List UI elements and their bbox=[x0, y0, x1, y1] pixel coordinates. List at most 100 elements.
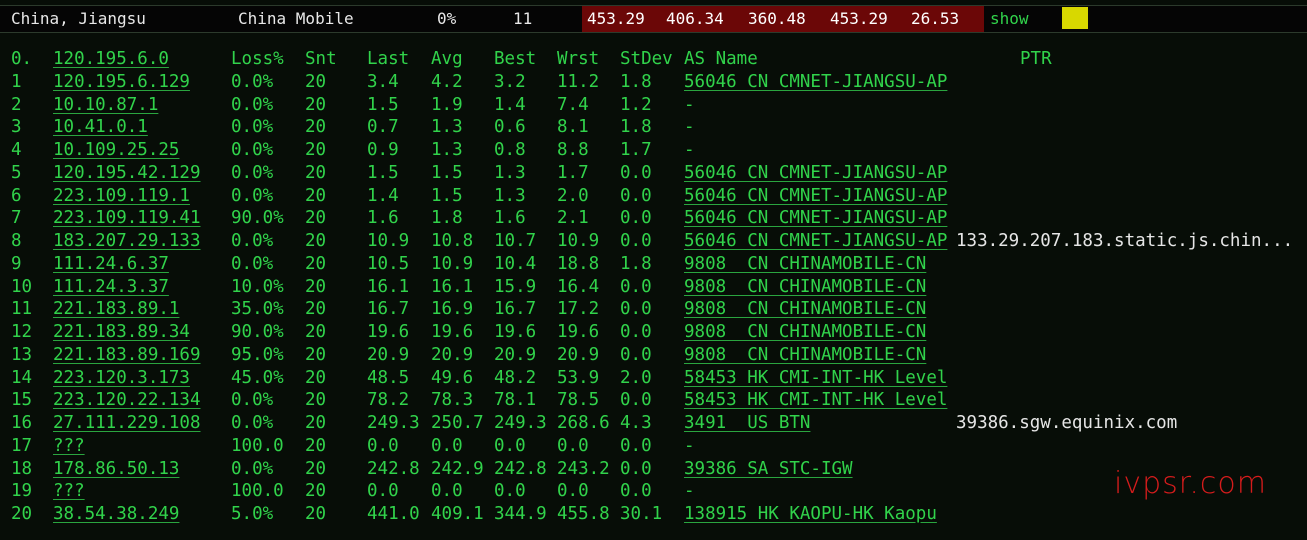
hop-last: 1.6 bbox=[367, 208, 399, 229]
hop-avg: 10.8 bbox=[431, 231, 474, 251]
hop-host[interactable]: ??? bbox=[53, 480, 85, 502]
hop-host[interactable]: 223.109.119.1 bbox=[53, 185, 190, 207]
hop-as-name[interactable]: 9808 CN CHINAMOBILE-CN bbox=[684, 298, 926, 320]
hop-host[interactable]: 10.10.87.1 bbox=[53, 94, 158, 116]
hop-host[interactable]: 223.109.119.41 bbox=[53, 207, 201, 229]
show-button[interactable]: show bbox=[990, 9, 1029, 29]
hop-as-name[interactable]: 9808 CN CHINAMOBILE-CN bbox=[684, 276, 926, 298]
hop-wrst: 455.8 bbox=[557, 504, 610, 524]
hop-host[interactable]: 111.24.6.37 bbox=[53, 253, 169, 275]
hop-host[interactable]: 10.109.25.25 bbox=[53, 139, 179, 161]
hop-last: 20.9 bbox=[367, 344, 410, 365]
hop-as-name[interactable]: 58453 HK CMI-INT-HK Level bbox=[684, 367, 947, 389]
hop-number: 16 bbox=[11, 413, 33, 433]
hop-last: 249.3 bbox=[367, 413, 420, 433]
hop-host[interactable]: 223.120.3.173 bbox=[53, 367, 190, 389]
hop-avg: 1.5 bbox=[431, 162, 463, 183]
hop-host[interactable]: 221.183.89.169 bbox=[53, 344, 201, 366]
hop-avg: 1.5 bbox=[431, 185, 463, 206]
hop-best: 0.8 bbox=[494, 140, 526, 160]
hop-wrst: 243.2 bbox=[557, 458, 610, 479]
hop-number: 11 bbox=[11, 299, 33, 320]
table-row: 19??? 100.0 20 0.0 0.0 0.0 0.0 0.0 - bbox=[0, 480, 1307, 503]
hop-wrst: 8.8 bbox=[557, 140, 589, 160]
hop-host[interactable]: ??? bbox=[53, 435, 85, 457]
hop-best: 0.6 bbox=[494, 117, 526, 138]
hop-number: 15 bbox=[11, 390, 33, 411]
hop-host[interactable]: 38.54.38.249 bbox=[53, 503, 179, 525]
hop-host[interactable]: 27.111.229.108 bbox=[53, 412, 201, 434]
header-wrst: Wrst bbox=[557, 49, 600, 69]
location-label: China, Jiangsu bbox=[11, 9, 146, 28]
hop-last: 10.9 bbox=[367, 231, 410, 251]
hop-wrst: 17.2 bbox=[557, 299, 600, 320]
hop-as-name[interactable]: 3491 US BTN bbox=[684, 412, 810, 434]
hop-number: 20 bbox=[11, 504, 33, 524]
hop-rows: 1 120.195.6.129 0.0% 20 3.4 4.2 3.2 11.2 1.8 5604… bbox=[0, 71, 1307, 526]
hop-wrst: 268.6 bbox=[557, 413, 610, 433]
hop-host[interactable]: 221.183.89.34 bbox=[53, 321, 190, 343]
hop-snt: 20 bbox=[305, 231, 327, 251]
hop-avg: 20.9 bbox=[431, 344, 474, 365]
hop-loss: 0.0% bbox=[231, 71, 274, 92]
hop-best: 249.3 bbox=[494, 413, 547, 433]
hop-host[interactable]: 178.86.50.13 bbox=[53, 458, 179, 480]
hop-avg: 1.9 bbox=[431, 94, 463, 115]
hop-wrst: 10.9 bbox=[557, 231, 600, 251]
hop-host[interactable]: 183.207.29.133 bbox=[53, 230, 201, 252]
header-host[interactable]: 120.195.6.0 bbox=[53, 48, 169, 70]
hop-as-name: - bbox=[684, 94, 695, 115]
hop-number: 17 bbox=[11, 435, 33, 456]
hop-as-name[interactable]: 56046 CN CMNET-JIANGSU-AP bbox=[684, 71, 947, 93]
hop-host[interactable]: 120.195.6.129 bbox=[53, 71, 190, 93]
latency-value-3: 360.48 bbox=[748, 9, 806, 28]
hop-stdev: 2.0 bbox=[620, 367, 652, 388]
hop-host[interactable]: 221.183.89.1 bbox=[53, 298, 179, 320]
hop-as-name[interactable]: 9808 CN CHINAMOBILE-CN bbox=[684, 253, 926, 275]
hop-number: 1 bbox=[11, 71, 22, 92]
hop-ptr: 133.29.207.183.static.js.chin... bbox=[956, 231, 1294, 251]
hop-as-name[interactable]: 56046 CN CMNET-JIANGSU-AP bbox=[684, 185, 947, 207]
hop-best: 0.0 bbox=[494, 435, 526, 456]
header-as-name: AS Name bbox=[684, 49, 758, 69]
hop-as-name[interactable]: 138915 HK KAOPU-HK Kaopu bbox=[684, 503, 937, 525]
hop-as-name[interactable]: 56046 CN CMNET-JIANGSU-AP bbox=[684, 230, 947, 252]
hop-snt: 20 bbox=[305, 208, 327, 229]
hop-as-name[interactable]: 9808 CN CHINAMOBILE-CN bbox=[684, 344, 926, 366]
header-ptr: PTR bbox=[1020, 49, 1052, 69]
hop-as-name[interactable]: 58453 HK CMI-INT-HK Level bbox=[684, 389, 947, 411]
hop-as-name[interactable]: 56046 CN CMNET-JIANGSU-AP bbox=[684, 207, 947, 229]
hop-ptr: 39386.sgw.equinix.com bbox=[956, 413, 1178, 433]
hop-as-name[interactable]: 56046 CN CMNET-JIANGSU-AP bbox=[684, 162, 947, 184]
hop-avg: 78.3 bbox=[431, 390, 474, 411]
table-row: 4 10.109.25.25 0.0% 20 0.9 1.3 0.8 8.8 1.7 - bbox=[0, 139, 1307, 162]
table-header: 0. 120.195.6.0 Loss% Snt Last Avg Best W… bbox=[0, 48, 1307, 71]
isp-label: China Mobile bbox=[238, 9, 354, 28]
hop-host[interactable]: 223.120.22.134 bbox=[53, 389, 201, 411]
hop-last: 1.5 bbox=[367, 162, 399, 183]
hop-avg: 16.1 bbox=[431, 276, 474, 297]
hop-wrst: 20.9 bbox=[557, 344, 600, 365]
hop-best: 3.2 bbox=[494, 71, 526, 92]
hop-host[interactable]: 120.195.42.129 bbox=[53, 162, 201, 184]
table-row: 5 120.195.42.129 0.0% 20 1.5 1.5 1.3 1.7 0.0 5604… bbox=[0, 162, 1307, 185]
table-row: 11 221.183.89.1 35.0% 20 16.7 16.9 16.7 17.2 0.0… bbox=[0, 298, 1307, 321]
hop-last: 0.0 bbox=[367, 435, 399, 456]
hop-snt: 20 bbox=[305, 322, 327, 342]
hop-host[interactable]: 10.41.0.1 bbox=[53, 116, 148, 138]
hop-stdev: 0.0 bbox=[620, 208, 652, 229]
table-row: 15 223.120.22.134 0.0% 20 78.2 78.3 78.1 78.5 0.… bbox=[0, 389, 1307, 412]
hop-last: 16.7 bbox=[367, 299, 410, 320]
hop-avg: 0.0 bbox=[431, 435, 463, 456]
table-row: 17??? 100.0 20 0.0 0.0 0.0 0.0 0.0 - bbox=[0, 435, 1307, 458]
hop-best: 19.6 bbox=[494, 322, 537, 342]
hop-as-name[interactable]: 9808 CN CHINAMOBILE-CN bbox=[684, 321, 926, 343]
hop-as-name[interactable]: 39386 SA STC-IGW bbox=[684, 458, 853, 480]
hop-host[interactable]: 111.24.3.37 bbox=[53, 276, 169, 298]
hop-last: 3.4 bbox=[367, 71, 399, 92]
traceroute-table: 0. 120.195.6.0 Loss% Snt Last Avg Best W… bbox=[0, 48, 1307, 526]
hop-stdev: 1.8 bbox=[620, 253, 652, 274]
hop-number: 7 bbox=[11, 208, 22, 229]
hop-stdev: 0.0 bbox=[620, 185, 652, 206]
hop-last: 16.1 bbox=[367, 276, 410, 297]
